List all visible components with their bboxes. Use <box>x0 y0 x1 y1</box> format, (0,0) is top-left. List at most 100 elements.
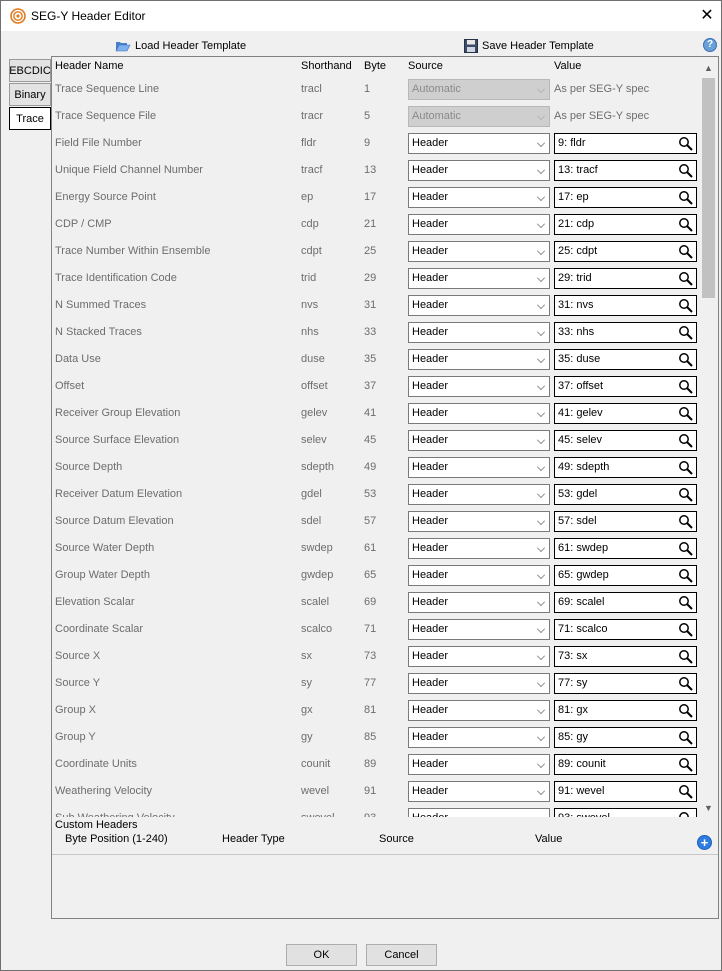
chevron-down-icon <box>537 544 545 552</box>
add-icon[interactable]: + <box>697 835 712 850</box>
source-select[interactable]: Header <box>408 430 550 451</box>
value-field[interactable]: 69: scalel <box>554 592 697 613</box>
search-icon[interactable] <box>678 757 693 772</box>
search-icon[interactable] <box>678 568 693 583</box>
value-field[interactable]: 85: gy <box>554 727 697 748</box>
value-field[interactable]: 71: scalco <box>554 619 697 640</box>
source-select[interactable]: Header <box>408 754 550 775</box>
source-select[interactable]: Header <box>408 160 550 181</box>
search-icon[interactable] <box>678 298 693 313</box>
search-icon[interactable] <box>678 163 693 178</box>
cancel-button[interactable]: Cancel <box>366 944 437 966</box>
save-template-button[interactable]: Save Header Template <box>464 38 594 54</box>
source-select[interactable]: Header <box>408 295 550 316</box>
source-select[interactable]: Header <box>408 214 550 235</box>
search-icon[interactable] <box>678 730 693 745</box>
value-field[interactable]: 31: nvs <box>554 295 697 316</box>
help-icon[interactable]: ? <box>703 38 717 52</box>
search-icon[interactable] <box>678 811 693 817</box>
value-field[interactable]: 21: cdp <box>554 214 697 235</box>
source-select[interactable]: Header <box>408 268 550 289</box>
search-icon[interactable] <box>678 244 693 259</box>
source-select[interactable]: Header <box>408 700 550 721</box>
value-field[interactable]: 29: trid <box>554 268 697 289</box>
value-field[interactable]: 45: selev <box>554 430 697 451</box>
source-select[interactable]: Header <box>408 376 550 397</box>
value-field[interactable]: 61: swdep <box>554 538 697 559</box>
source-select[interactable]: Header <box>408 538 550 559</box>
search-icon[interactable] <box>678 487 693 502</box>
source-select[interactable]: Header <box>408 511 550 532</box>
scroll-thumb[interactable] <box>702 78 715 298</box>
search-icon[interactable] <box>678 460 693 475</box>
value-field[interactable]: 53: gdel <box>554 484 697 505</box>
source-select[interactable]: Header <box>408 646 550 667</box>
value-field-text: 31: nvs <box>558 299 594 311</box>
tab-ebcdic[interactable]: EBCDIC <box>9 59 51 82</box>
search-icon[interactable] <box>678 595 693 610</box>
value-field[interactable]: 17: ep <box>554 187 697 208</box>
source-select[interactable]: Header <box>408 187 550 208</box>
ok-button[interactable]: OK <box>286 944 357 966</box>
source-select[interactable]: Header <box>408 241 550 262</box>
value-field[interactable]: 81: gx <box>554 700 697 721</box>
source-select[interactable]: Header <box>408 133 550 154</box>
scroll-down-icon[interactable]: ▼ <box>700 800 717 817</box>
source-select[interactable]: Header <box>408 322 550 343</box>
vertical-scrollbar[interactable]: ▲ ▼ <box>700 60 717 817</box>
value-field[interactable]: 35: duse <box>554 349 697 370</box>
source-select[interactable]: Header <box>408 808 550 817</box>
value-field[interactable]: 9: fldr <box>554 133 697 154</box>
search-icon[interactable] <box>678 433 693 448</box>
close-icon[interactable]: ✕ <box>697 6 717 26</box>
source-select[interactable]: Header <box>408 619 550 640</box>
value-field[interactable]: 65: gwdep <box>554 565 697 586</box>
value-field[interactable]: 57: sdel <box>554 511 697 532</box>
source-select[interactable]: Header <box>408 727 550 748</box>
search-icon[interactable] <box>678 379 693 394</box>
search-icon[interactable] <box>678 649 693 664</box>
header-shorthand: tracl <box>301 83 322 95</box>
source-select-value: Header <box>412 650 449 662</box>
value-field[interactable]: 25: cdpt <box>554 241 697 262</box>
search-icon[interactable] <box>678 703 693 718</box>
value-field[interactable]: 49: sdepth <box>554 457 697 478</box>
search-icon[interactable] <box>678 784 693 799</box>
source-select[interactable]: Header <box>408 349 550 370</box>
value-field[interactable]: 33: nhs <box>554 322 697 343</box>
value-field[interactable]: 77: sy <box>554 673 697 694</box>
value-field[interactable]: 41: gelev <box>554 403 697 424</box>
source-select-value: Header <box>412 758 449 770</box>
search-icon[interactable] <box>678 622 693 637</box>
load-template-button[interactable]: Load Header Template <box>115 38 246 54</box>
value-field[interactable]: 13: tracf <box>554 160 697 181</box>
source-select[interactable]: Header <box>408 457 550 478</box>
value-field[interactable]: 91: wevel <box>554 781 697 802</box>
source-select[interactable]: Header <box>408 484 550 505</box>
scroll-up-icon[interactable]: ▲ <box>700 60 717 77</box>
search-icon[interactable] <box>678 217 693 232</box>
search-icon[interactable] <box>678 514 693 529</box>
source-select[interactable]: Header <box>408 673 550 694</box>
source-select-value: Header <box>412 191 449 203</box>
value-field[interactable]: 73: sx <box>554 646 697 667</box>
tab-trace[interactable]: Trace <box>9 107 51 130</box>
source-select[interactable]: Header <box>408 781 550 802</box>
search-icon[interactable] <box>678 271 693 286</box>
search-icon[interactable] <box>678 352 693 367</box>
search-icon[interactable] <box>678 676 693 691</box>
search-icon[interactable] <box>678 136 693 151</box>
search-icon[interactable] <box>678 541 693 556</box>
value-field[interactable]: 89: counit <box>554 754 697 775</box>
search-icon[interactable] <box>678 190 693 205</box>
tab-binary[interactable]: Binary <box>9 83 51 106</box>
search-icon[interactable] <box>678 325 693 340</box>
source-select-value: Header <box>412 245 449 257</box>
source-select[interactable]: Header <box>408 565 550 586</box>
source-select[interactable]: Header <box>408 403 550 424</box>
value-field[interactable]: 93: swevel <box>554 808 697 817</box>
source-select[interactable]: Header <box>408 592 550 613</box>
value-field[interactable]: 37: offset <box>554 376 697 397</box>
search-icon[interactable] <box>678 406 693 421</box>
header-shorthand: sdel <box>301 515 322 527</box>
